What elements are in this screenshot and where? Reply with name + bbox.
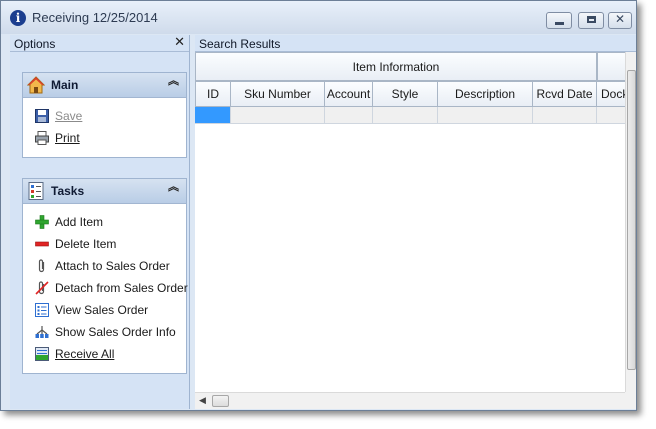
save-label: Save [55, 109, 83, 123]
detach-from-sales-order-label: Detach from Sales Order [55, 281, 188, 295]
receive-all-label: Receive All [55, 347, 115, 361]
paperclip-icon [38, 259, 45, 273]
column-header-sku-number[interactable]: Sku Number [231, 81, 325, 107]
tasks-group-header[interactable]: Tasks ︽ [23, 179, 186, 204]
show-sales-order-info-label: Show Sales Order Info [55, 325, 176, 339]
main-group: Main ︽ Save Print [22, 72, 187, 158]
extra-band-header [597, 52, 625, 81]
save-icon [35, 109, 49, 123]
horizontal-scroll-thumb[interactable] [212, 395, 229, 407]
cell-description[interactable] [438, 107, 533, 124]
cell-account[interactable] [325, 107, 373, 124]
item-information-band: Item Information [195, 52, 597, 81]
options-pane: Options ✕ Main ︽ Save Print Tasks ︽ Add … [10, 35, 190, 409]
vertical-scroll-thumb[interactable] [627, 70, 636, 370]
column-header-account[interactable]: Account [325, 81, 373, 107]
column-header-description[interactable]: Description [438, 81, 533, 107]
tasks-icon [28, 182, 44, 200]
print-button[interactable]: Print [35, 130, 185, 146]
add-item-button[interactable]: Add Item [35, 214, 185, 230]
tree-icon [35, 326, 49, 338]
save-button[interactable]: Save [35, 108, 185, 124]
home-icon [27, 76, 45, 94]
paperclip-remove-icon [35, 281, 49, 295]
vertical-scrollbar[interactable] [625, 52, 636, 392]
add-item-label: Add Item [55, 215, 104, 229]
title-bar[interactable]: i Receiving 12/25/2014 ✕ [1, 1, 636, 34]
tasks-group-title: Tasks [51, 184, 85, 198]
options-pane-header: Options ✕ [10, 35, 189, 52]
receive-all-icon [35, 347, 49, 361]
list-icon [35, 303, 49, 317]
scroll-left-icon[interactable]: ◀ [199, 396, 206, 406]
cell-id[interactable] [195, 107, 231, 124]
scrollbar-corner [625, 392, 636, 409]
plus-icon [35, 215, 49, 229]
search-results-header: Search Results [195, 35, 636, 52]
attach-to-sales-order-label: Attach to Sales Order [55, 259, 170, 273]
print-label: Print [55, 131, 80, 145]
horizontal-scrollbar[interactable]: ◀ [195, 392, 625, 409]
main-group-title: Main [51, 78, 79, 92]
printer-icon [35, 131, 49, 145]
maximize-icon [587, 16, 596, 23]
cell-sku-number[interactable] [231, 107, 325, 124]
main-group-header[interactable]: Main ︽ [23, 73, 186, 98]
view-sales-order-label: View Sales Order [55, 303, 149, 317]
column-header-dock[interactable]: Dock [597, 81, 625, 107]
chevron-up-icon[interactable]: ︽ [168, 181, 179, 192]
detach-from-sales-order-button[interactable]: Detach from Sales Order [35, 280, 188, 296]
chevron-up-icon[interactable]: ︽ [168, 75, 179, 86]
cell-rcvd-date[interactable] [533, 107, 597, 124]
receive-all-button[interactable]: Receive All [35, 346, 185, 362]
receiving-window: i Receiving 12/25/2014 ✕ Options ✕ Main … [0, 0, 637, 411]
column-header-style[interactable]: Style [373, 81, 438, 107]
search-results-pane: Search Results Item Information ID Sku N… [195, 35, 636, 409]
cell-style[interactable] [373, 107, 438, 124]
options-pane-title: Options [14, 37, 56, 51]
close-icon: ✕ [614, 12, 626, 26]
minus-icon [35, 241, 49, 247]
minimize-button[interactable] [546, 12, 572, 29]
results-grid[interactable]: Item Information ID Sku Number Account S… [195, 52, 625, 392]
window-title: Receiving 12/25/2014 [32, 10, 158, 25]
info-icon: i [10, 10, 26, 26]
tasks-group: Tasks ︽ Add Item Delete Item Attach to S… [22, 178, 188, 374]
maximize-button[interactable] [578, 12, 604, 29]
close-button[interactable]: ✕ [608, 12, 632, 29]
view-sales-order-button[interactable]: View Sales Order [35, 302, 185, 318]
options-close-icon[interactable]: ✕ [174, 35, 185, 50]
column-header-rcvd-date[interactable]: Rcvd Date [533, 81, 597, 107]
minimize-icon [555, 22, 564, 25]
delete-item-button[interactable]: Delete Item [35, 236, 185, 252]
attach-to-sales-order-button[interactable]: Attach to Sales Order [35, 258, 185, 274]
search-results-title: Search Results [199, 37, 281, 51]
column-header-id[interactable]: ID [195, 81, 231, 107]
show-sales-order-info-button[interactable]: Show Sales Order Info [35, 324, 185, 340]
delete-item-label: Delete Item [55, 237, 117, 251]
cell-dock[interactable] [597, 107, 625, 124]
